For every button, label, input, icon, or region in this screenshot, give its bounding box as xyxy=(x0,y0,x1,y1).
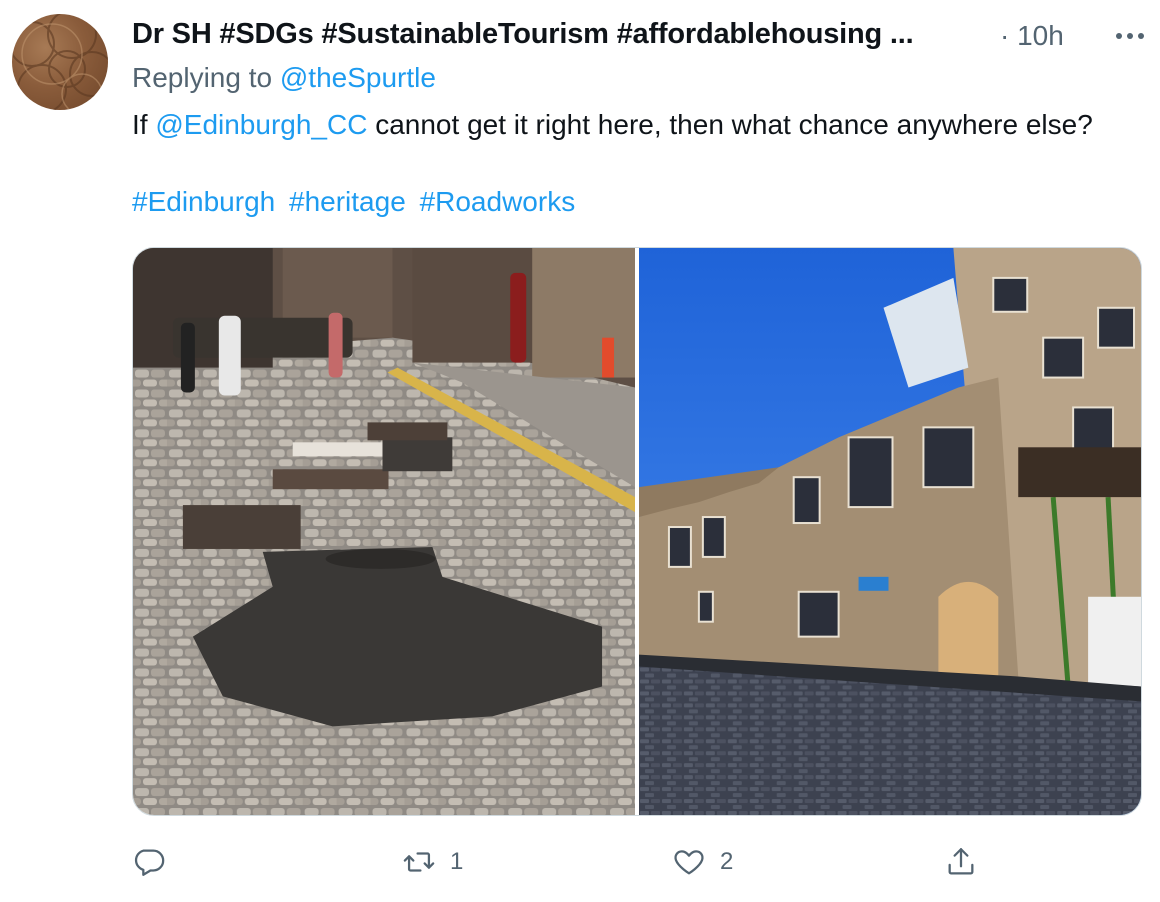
share-button[interactable] xyxy=(944,840,992,884)
hashtag-link[interactable]: #heritage xyxy=(289,186,406,217)
tweet-text-before: If xyxy=(132,109,156,140)
hashtag-link[interactable]: #Roadworks xyxy=(420,186,576,217)
photo-cobbled-street-patched xyxy=(133,248,635,815)
tweet-text: If @Edinburgh_CC cannot get it right her… xyxy=(132,106,1122,144)
replying-to: Replying to @theSpurtle xyxy=(132,62,436,94)
more-options-icon[interactable] xyxy=(1110,16,1150,56)
reply-icon xyxy=(134,849,165,876)
like-count: 2 xyxy=(720,848,734,875)
photo-cobbled-street[interactable] xyxy=(133,248,635,815)
share-icon xyxy=(948,848,974,875)
tweet-header: Dr SH #SDGs #SustainableTourism #afforda… xyxy=(132,16,1144,56)
retweet-button[interactable]: 1 xyxy=(402,840,463,884)
tweet-timestamp[interactable]: · 10h xyxy=(1000,20,1064,52)
author-name[interactable]: Dr SH #SDGs #SustainableTourism #afforda… xyxy=(132,18,914,51)
avatar-pattern-icon xyxy=(12,14,108,110)
media-grid xyxy=(132,247,1142,816)
heart-icon xyxy=(674,850,704,875)
photo-stone-building[interactable] xyxy=(638,248,1141,815)
photo-stone-building-street xyxy=(638,248,1141,815)
tweet-actions: 1 2 xyxy=(132,840,992,884)
reply-button[interactable] xyxy=(132,840,180,884)
replying-to-handle-link[interactable]: @theSpurtle xyxy=(280,62,436,93)
retweet-count: 1 xyxy=(450,848,464,875)
like-button[interactable]: 2 xyxy=(672,840,733,884)
replying-to-label: Replying to xyxy=(132,62,280,93)
avatar[interactable] xyxy=(12,14,108,110)
hashtag-list: #Edinburgh #heritage #Roadworks xyxy=(132,186,581,218)
mention-link[interactable]: @Edinburgh_CC xyxy=(155,109,367,140)
retweet-icon xyxy=(403,852,435,872)
hashtag-link[interactable]: #Edinburgh xyxy=(132,186,275,217)
tweet-text-after: cannot get it right here, then what chan… xyxy=(367,109,1093,140)
